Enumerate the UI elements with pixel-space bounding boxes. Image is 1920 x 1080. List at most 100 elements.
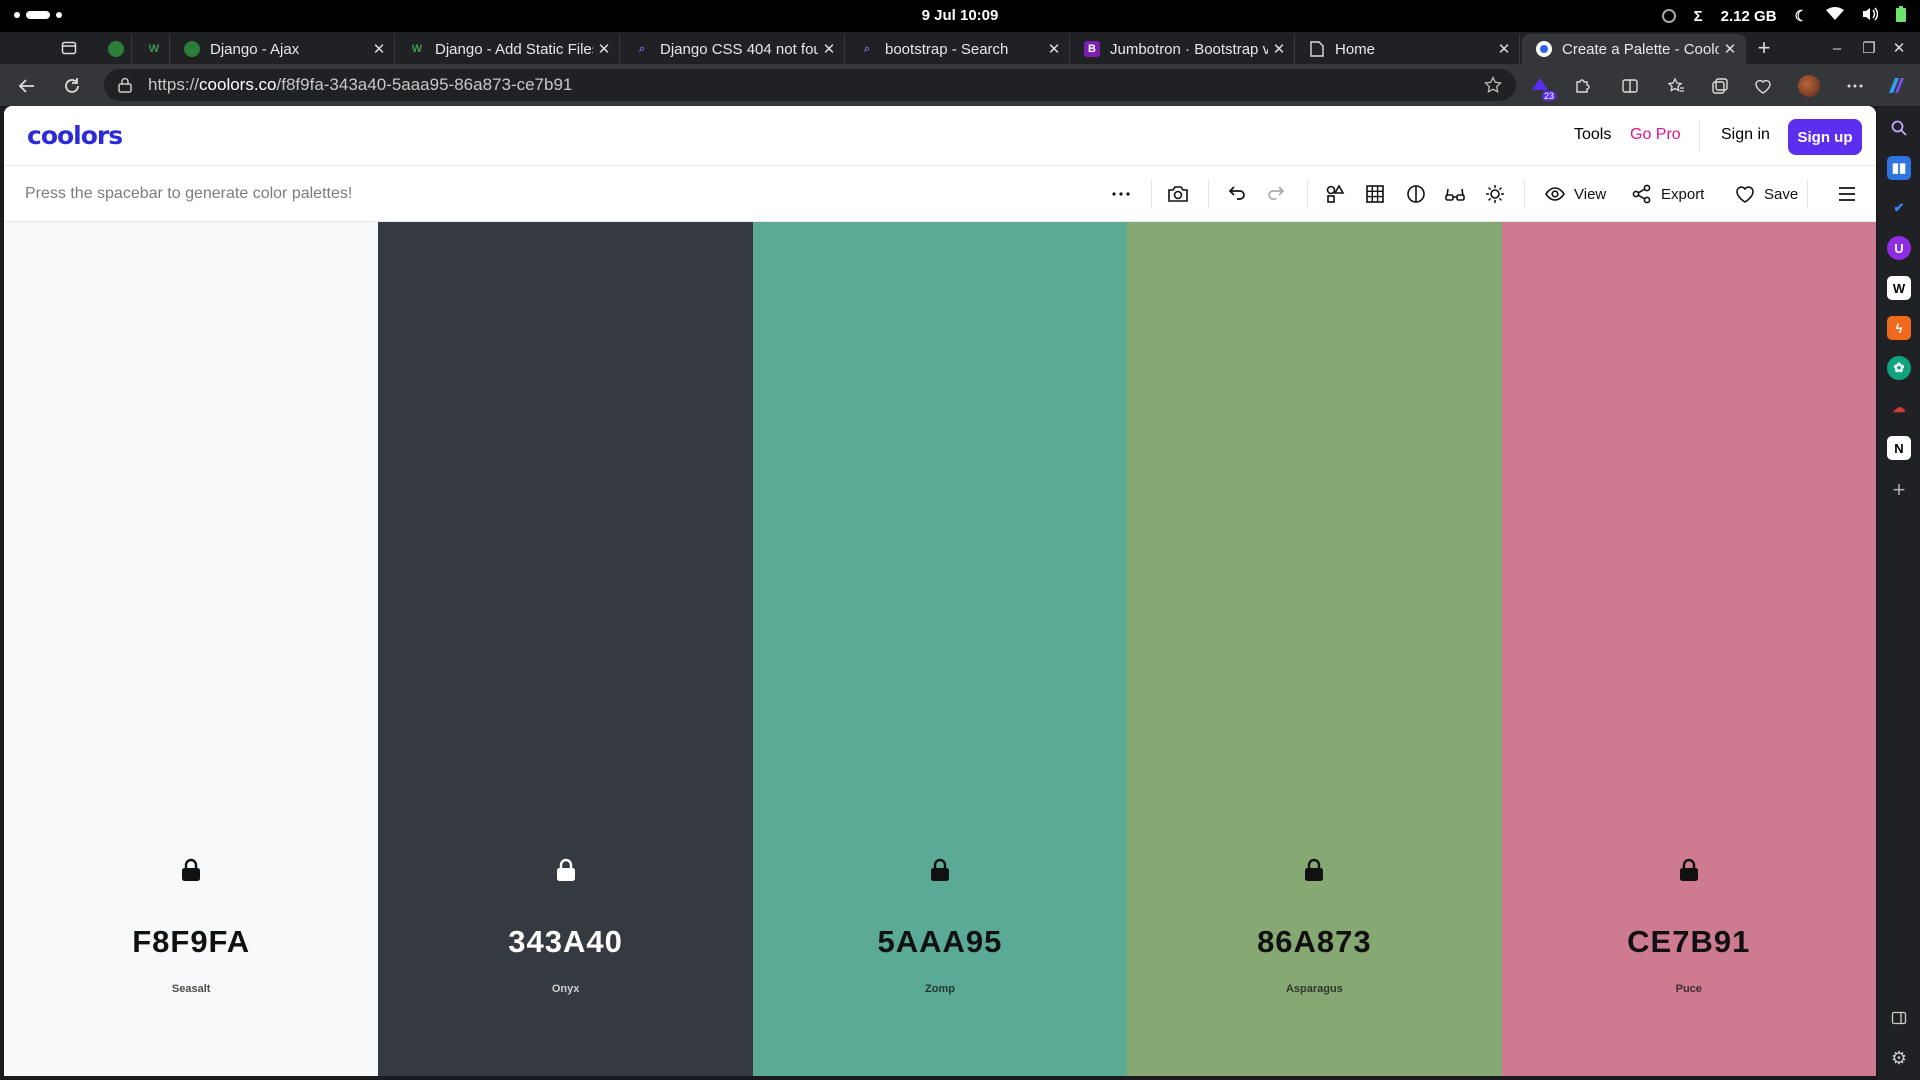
swatch-4[interactable]: 86A873 Asparagus: [1127, 222, 1502, 1076]
swatch-1[interactable]: F8F9FA Seasalt: [4, 222, 379, 1076]
hamburger-menu-icon[interactable]: [1836, 181, 1858, 207]
sidebar-search-icon[interactable]: [1887, 116, 1911, 140]
split-view-icon[interactable]: [1618, 74, 1642, 98]
undo-icon[interactable]: [1225, 181, 1247, 207]
github-icon: [108, 41, 124, 57]
performance-icon[interactable]: [1751, 74, 1775, 98]
coolors-icon: [1536, 41, 1552, 57]
shapes-icon[interactable]: [1324, 181, 1346, 207]
tab-actions-icon[interactable]: [56, 36, 82, 60]
settings-gear-icon[interactable]: ⚙: [1887, 1046, 1911, 1070]
status-circle-icon[interactable]: [1661, 9, 1676, 23]
hex-code[interactable]: 5AAA95: [753, 924, 1127, 960]
camera-icon[interactable]: [1167, 181, 1189, 207]
notion-icon[interactable]: N: [1887, 436, 1911, 460]
contrast-icon[interactable]: [1405, 181, 1427, 207]
hex-code[interactable]: 86A873: [1127, 924, 1501, 960]
bolt-app-icon[interactable]: ϟ: [1887, 316, 1911, 340]
tab-home[interactable]: Home ✕: [1295, 34, 1520, 64]
glasses-icon[interactable]: [1444, 181, 1466, 207]
tab-jumbotron[interactable]: B Jumbotron · Bootstrap v4 ✕: [1070, 34, 1295, 64]
puzzle-icon[interactable]: [1571, 74, 1595, 98]
close-tab-icon[interactable]: ✕: [368, 40, 390, 58]
redo-icon[interactable]: [1266, 181, 1288, 207]
grid-icon[interactable]: [1364, 181, 1386, 207]
lock-icon[interactable]: [180, 858, 202, 882]
swatch-5[interactable]: CE7B91 Puce: [1501, 222, 1876, 1076]
close-tab-icon[interactable]: ✕: [1043, 40, 1065, 58]
tab-pinned-github[interactable]: [94, 34, 132, 64]
tab-django-css[interactable]: ⌕ Django CSS 404 not found ✕: [620, 34, 845, 64]
memory-usage[interactable]: 2.12 GB: [1721, 8, 1777, 25]
close-tab-icon[interactable]: ✕: [1493, 40, 1515, 58]
page-icon: [1309, 41, 1325, 57]
save-button[interactable]: Save: [1734, 181, 1798, 207]
color-name[interactable]: Puce: [1502, 983, 1876, 995]
wifi-icon[interactable]: [1826, 7, 1844, 25]
color-name[interactable]: Zomp: [753, 983, 1127, 995]
lock-icon[interactable]: [929, 858, 951, 882]
wikipedia-icon[interactable]: W: [1887, 276, 1911, 300]
tab-django-static[interactable]: W Django - Add Static Files ✕: [395, 34, 620, 64]
tools-link[interactable]: Tools: [1574, 126, 1611, 144]
tab-strip: W Django - Ajax ✕ W Django - Add Static …: [0, 32, 1920, 64]
swatch-2[interactable]: 343A40 Onyx: [378, 222, 753, 1076]
volume-icon[interactable]: [1862, 6, 1879, 26]
hex-code[interactable]: 343A40: [378, 924, 752, 960]
close-window-icon[interactable]: ✕: [1886, 36, 1912, 60]
collections-icon[interactable]: [1708, 74, 1732, 98]
sign-up-button[interactable]: Sign up: [1788, 119, 1862, 155]
swatch-3[interactable]: 5AAA95 Zomp: [752, 222, 1128, 1076]
tab-coolors[interactable]: Create a Palette - Coolors ✕: [1522, 34, 1746, 64]
close-tab-icon[interactable]: ✕: [1719, 40, 1741, 58]
hex-code[interactable]: F8F9FA: [4, 924, 378, 960]
extension-badge-icon[interactable]: 23: [1528, 74, 1556, 101]
new-tab-icon[interactable]: +: [1751, 35, 1777, 60]
restore-icon[interactable]: ❐: [1856, 36, 1882, 60]
sigma-icon[interactable]: Σ: [1694, 8, 1703, 25]
address-bar[interactable]: https://coolors.co/f8f9fa-343a40-5aaa95-…: [104, 69, 1516, 101]
palette-toolbar: Press the spacebar to generate color pal…: [4, 166, 1876, 222]
add-sidebar-app-icon[interactable]: +: [1887, 477, 1911, 502]
close-tab-icon[interactable]: ✕: [818, 40, 840, 58]
more-options-icon[interactable]: [1110, 181, 1132, 207]
tab-bootstrap-search[interactable]: ⌕ bootstrap - Search ✕: [845, 34, 1070, 64]
coolors-page: coolors Tools Go Pro Sign in Sign up Pre…: [4, 106, 1876, 1076]
minimize-icon[interactable]: –: [1824, 36, 1850, 60]
cloud-app-icon[interactable]: ☁: [1887, 396, 1911, 420]
night-mode-icon[interactable]: ☾: [1795, 7, 1808, 25]
clock[interactable]: 9 Jul 10:09: [0, 7, 1920, 24]
tab-django-ajax[interactable]: Django - Ajax ✕: [170, 34, 395, 64]
close-tab-icon[interactable]: ✕: [593, 40, 615, 58]
favorites-icon[interactable]: [1664, 74, 1688, 98]
u-app-icon[interactable]: U: [1887, 236, 1911, 260]
copilot-icon[interactable]: [1884, 74, 1908, 98]
reload-icon[interactable]: [59, 73, 85, 99]
lock-icon[interactable]: [118, 77, 132, 98]
lock-icon[interactable]: [555, 858, 577, 882]
color-name[interactable]: Asparagus: [1127, 983, 1501, 995]
color-name[interactable]: Seasalt: [4, 983, 378, 995]
hex-code[interactable]: CE7B91: [1502, 924, 1876, 960]
profile-avatar[interactable]: [1797, 74, 1821, 98]
todo-check-icon[interactable]: ✔: [1887, 196, 1911, 220]
favorite-star-icon[interactable]: [1484, 75, 1502, 99]
view-button[interactable]: View: [1544, 181, 1606, 207]
sidebar-panel-icon[interactable]: [1887, 1006, 1911, 1030]
sign-in-link[interactable]: Sign in: [1721, 126, 1770, 144]
more-menu-icon[interactable]: [1843, 74, 1867, 98]
close-tab-icon[interactable]: ✕: [1268, 40, 1290, 58]
battery-icon[interactable]: [1896, 6, 1906, 26]
export-button[interactable]: Export: [1631, 181, 1704, 207]
brightness-icon[interactable]: [1484, 181, 1506, 207]
trello-icon[interactable]: ▮▮: [1887, 156, 1911, 180]
lock-icon[interactable]: [1303, 858, 1325, 882]
tab-pinned-w[interactable]: W: [132, 34, 170, 64]
color-name[interactable]: Onyx: [378, 983, 752, 995]
go-pro-link[interactable]: Go Pro: [1630, 126, 1681, 144]
lock-icon[interactable]: [1678, 858, 1700, 882]
back-icon[interactable]: [14, 73, 40, 99]
eye-icon: [1545, 187, 1565, 201]
coolors-logo[interactable]: coolors: [27, 121, 123, 150]
chatgpt-icon[interactable]: ✿: [1887, 356, 1911, 380]
